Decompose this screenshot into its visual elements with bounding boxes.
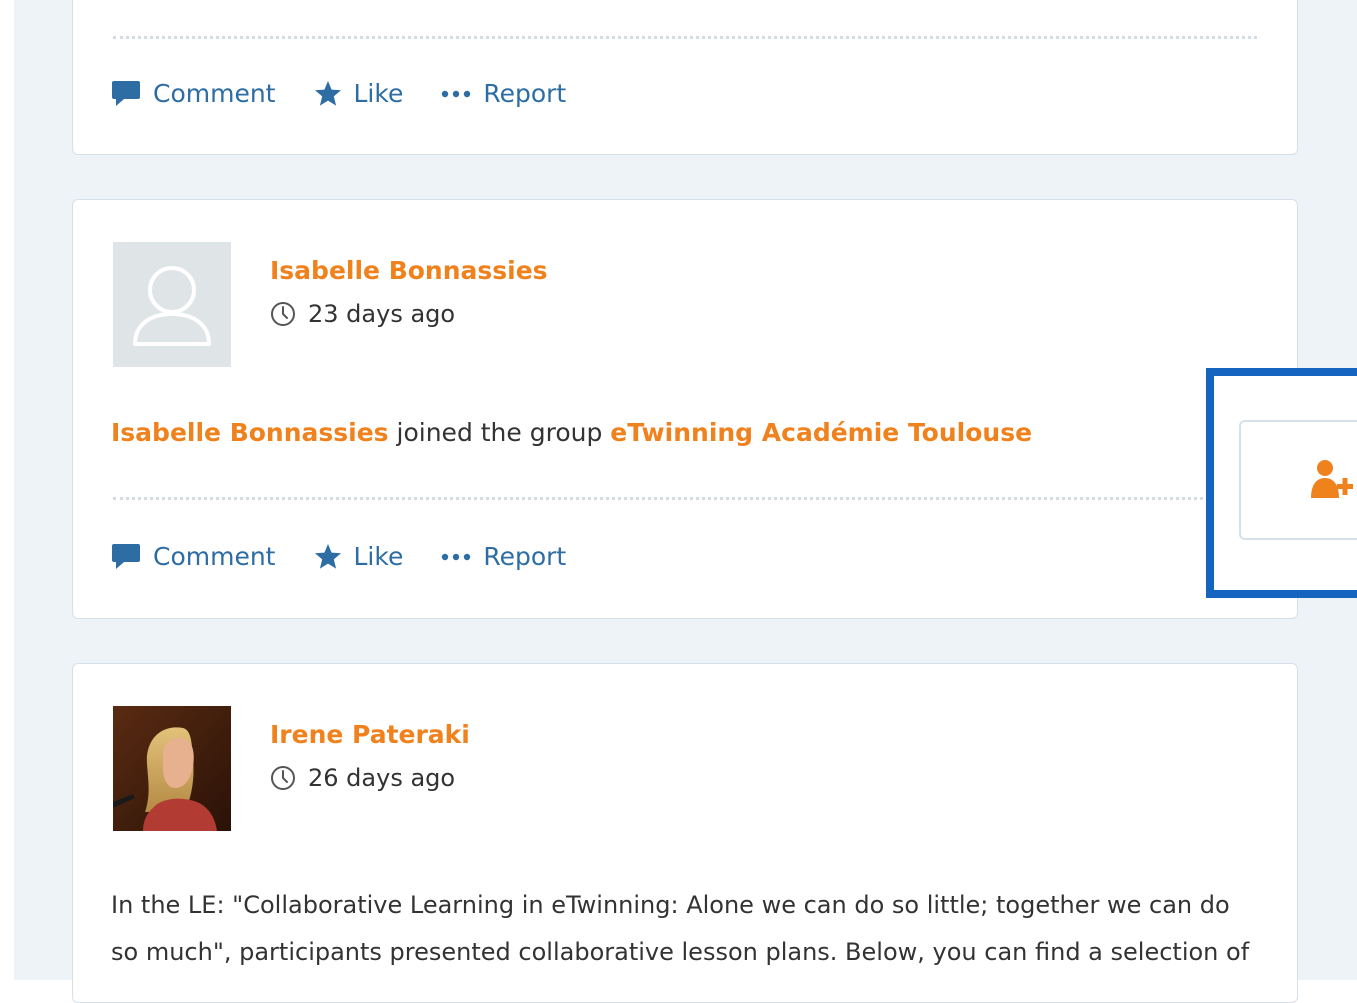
profile-photo [113,706,231,831]
ellipsis-icon [442,90,471,97]
post-timestamp: 26 days ago [270,764,455,792]
report-label: Report [483,542,567,571]
comment-button[interactable]: Comment [111,542,276,571]
post-timestamp: 23 days ago [270,300,455,328]
post-body-text: In the LE: "Collaborative Learning in eT… [111,891,1250,966]
star-icon [314,81,341,106]
report-label: Report [483,79,567,108]
timestamp-text: 23 days ago [308,300,456,328]
report-button[interactable]: Report [441,79,566,108]
activity-verb: joined the group [388,418,611,447]
avatar[interactable] [113,242,231,367]
author-name-link[interactable]: Irene Pateraki [270,720,470,749]
follow-user-button[interactable] [1239,420,1357,540]
card-divider [113,36,1257,39]
ellipsis-icon [442,553,471,560]
clock-icon [271,766,295,790]
like-button[interactable]: Like [314,542,404,571]
author-name-link[interactable]: Isabelle Bonnassies [270,256,548,285]
activity-card: Irene Pateraki 26 days ago In the LE: "C… [72,663,1298,1003]
speech-bubble-icon [112,80,140,106]
comment-label: Comment [153,79,276,108]
card-actions: Comment Like Report [111,79,604,108]
add-user-icon [1311,460,1353,498]
report-button[interactable]: Report [441,542,566,571]
group-link[interactable]: eTwinning Académie Toulouse [610,418,1032,447]
like-label: Like [353,79,404,108]
clock-icon [271,302,295,326]
timestamp-text: 26 days ago [308,764,456,792]
speech-bubble-icon [112,543,140,569]
like-button[interactable]: Like [314,79,404,108]
actor-link[interactable]: Isabelle Bonnassies [111,418,389,447]
activity-text: Isabelle Bonnassies joined the group eTw… [111,418,1032,447]
user-silhouette-icon [133,266,211,346]
card-actions: Comment Like Report [111,542,604,571]
avatar[interactable] [113,706,231,831]
star-icon [314,544,341,569]
comment-label: Comment [153,542,276,571]
like-label: Like [353,542,404,571]
card-divider [113,497,1257,500]
comment-button[interactable]: Comment [111,79,276,108]
activity-card: Isabelle Bonnassies 23 days ago Isabelle… [72,199,1298,619]
activity-card-previous: Comment Like Report [72,0,1298,155]
